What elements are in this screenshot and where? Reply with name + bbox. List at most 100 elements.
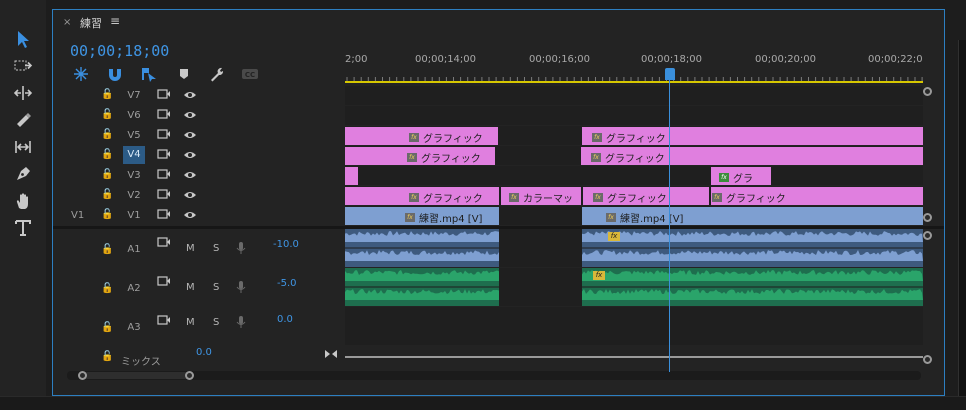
clip-graphic[interactable]: fx グラフィック xyxy=(582,127,923,145)
lock-icon[interactable]: 🔓 xyxy=(101,89,113,100)
lock-icon[interactable]: 🔓 xyxy=(101,283,113,294)
eye-icon[interactable] xyxy=(183,90,197,100)
lock-icon[interactable]: 🔓 xyxy=(101,129,113,140)
video-scroll-top-handle[interactable] xyxy=(923,87,932,96)
sync-lock-icon[interactable] xyxy=(157,209,171,219)
clip-graphic[interactable]: fx グラフィック xyxy=(345,127,498,145)
track-select-forward-icon[interactable] xyxy=(10,55,36,77)
solo-button[interactable]: S xyxy=(213,243,219,254)
lock-icon[interactable]: 🔓 xyxy=(101,189,113,200)
eye-icon[interactable] xyxy=(183,110,197,120)
eye-icon[interactable] xyxy=(183,170,197,180)
horizontal-scrollbar[interactable] xyxy=(67,371,921,380)
lane-a2[interactable]: fx xyxy=(345,268,923,306)
type-icon[interactable] xyxy=(10,217,36,239)
eye-icon[interactable] xyxy=(183,150,197,160)
clip-graphic[interactable]: fx グラフィック xyxy=(710,187,923,205)
microphone-icon[interactable] xyxy=(236,241,246,255)
lock-icon[interactable]: 🔓 xyxy=(101,169,113,180)
sequence-tab-title[interactable]: 練習 xyxy=(80,15,102,31)
lock-icon[interactable]: 🔓 xyxy=(101,322,113,333)
track-volume[interactable]: -10.0 xyxy=(273,239,299,250)
lane-v1[interactable]: fx 練習.mp4 [V] fx 練習.mp4 [V] xyxy=(345,206,923,225)
sync-lock-icon[interactable] xyxy=(157,89,171,99)
clip-color-matte[interactable]: fx カラーマッ xyxy=(500,187,581,205)
lane-a1[interactable]: fx xyxy=(345,229,923,267)
video-scroll-bottom-handle[interactable] xyxy=(923,213,932,222)
lock-icon[interactable]: 🔓 xyxy=(101,351,113,362)
add-marker-icon[interactable] xyxy=(175,65,193,83)
track-volume[interactable]: -5.0 xyxy=(277,278,297,289)
lock-icon[interactable]: 🔓 xyxy=(101,149,113,160)
sync-lock-icon[interactable] xyxy=(157,169,171,179)
tab-close-icon[interactable]: × xyxy=(63,17,71,28)
mute-button[interactable]: M xyxy=(186,317,195,328)
clip-graphic[interactable]: fx グラフィック xyxy=(578,147,923,165)
sync-lock-icon[interactable] xyxy=(157,129,171,139)
audio-clip-a2[interactable] xyxy=(582,268,923,306)
work-area-bar[interactable] xyxy=(345,81,923,83)
track-name[interactable]: V7 xyxy=(123,90,145,101)
lane-v4[interactable]: fx グラフィック fx グラフィック xyxy=(345,146,923,165)
zoom-right-handle[interactable] xyxy=(185,371,194,380)
clip-graphic[interactable]: fx グラフィック xyxy=(582,187,709,205)
ripple-edit-icon[interactable] xyxy=(10,82,36,104)
source-patch[interactable]: V1 xyxy=(71,210,84,221)
track-name[interactable]: A3 xyxy=(123,322,145,333)
track-name[interactable]: V6 xyxy=(123,110,145,121)
lock-icon[interactable]: 🔓 xyxy=(101,244,113,255)
razor-icon[interactable] xyxy=(10,109,36,131)
audio-scroll-top-handle[interactable] xyxy=(923,231,932,240)
eye-icon[interactable] xyxy=(183,210,197,220)
audio-clip-a1[interactable] xyxy=(345,229,499,267)
track-name[interactable]: A2 xyxy=(123,283,145,294)
track-volume[interactable]: 0.0 xyxy=(277,314,293,325)
audio-clip-a1[interactable] xyxy=(582,229,923,267)
lane-v5[interactable]: fx グラフィック fx グラフィック xyxy=(345,126,923,145)
lane-v3[interactable]: fx グラ xyxy=(345,166,923,185)
timeline-settings-wrench-icon[interactable] xyxy=(208,65,226,83)
sync-lock-icon[interactable] xyxy=(157,189,171,199)
track-name[interactable]: V1 xyxy=(123,210,145,221)
track-name[interactable]: V5 xyxy=(123,130,145,141)
panel-menu-icon[interactable]: ≡ xyxy=(110,14,120,28)
solo-button[interactable]: S xyxy=(213,282,219,293)
selection-tool-icon[interactable] xyxy=(10,28,36,50)
eye-icon[interactable] xyxy=(183,190,197,200)
slip-icon[interactable] xyxy=(10,136,36,158)
clip-graphic-tail[interactable] xyxy=(345,167,358,185)
clip-video[interactable]: fx 練習.mp4 [V] xyxy=(345,207,499,225)
lock-icon[interactable]: 🔓 xyxy=(101,109,113,120)
go-to-out-icon[interactable] xyxy=(325,349,337,359)
eye-icon[interactable] xyxy=(183,130,197,140)
clip-graphic[interactable]: fx グラ xyxy=(711,167,771,185)
microphone-icon[interactable] xyxy=(236,280,246,294)
lane-v7[interactable] xyxy=(345,86,923,105)
clip-graphic[interactable]: fx グラフィック xyxy=(345,187,499,205)
audio-clip-a2[interactable] xyxy=(345,268,499,306)
mute-button[interactable]: M xyxy=(186,282,195,293)
pen-icon[interactable] xyxy=(10,163,36,185)
lane-v2[interactable]: fx グラフィック fx カラーマッ fx グラフィック fx グラフィック xyxy=(345,186,923,205)
lock-icon[interactable]: 🔓 xyxy=(101,209,113,220)
insert-sequence-as-nest-icon[interactable] xyxy=(72,65,90,83)
mute-button[interactable]: M xyxy=(186,243,195,254)
clip-video[interactable]: fx 練習.mp4 [V] xyxy=(582,207,923,225)
playhead-timecode[interactable]: 00;00;18;00 xyxy=(70,42,169,60)
sync-lock-icon[interactable] xyxy=(157,109,171,119)
track-name[interactable]: V4 xyxy=(123,146,145,164)
track-name[interactable]: V3 xyxy=(123,170,145,181)
track-name[interactable]: V2 xyxy=(123,190,145,201)
clip-graphic[interactable]: fx グラフィック xyxy=(345,147,495,165)
microphone-icon[interactable] xyxy=(236,315,246,329)
lane-a3[interactable] xyxy=(345,307,923,345)
zoom-left-handle[interactable] xyxy=(78,371,87,380)
sync-lock-icon[interactable] xyxy=(157,315,171,325)
captions-icon[interactable]: CC xyxy=(241,65,259,83)
lane-v6[interactable] xyxy=(345,106,923,125)
sync-lock-icon[interactable] xyxy=(157,237,171,247)
mix-volume[interactable]: 0.0 xyxy=(196,347,212,358)
solo-button[interactable]: S xyxy=(213,317,219,328)
snap-magnet-icon[interactable] xyxy=(106,65,124,83)
linked-selection-icon[interactable] xyxy=(140,65,158,83)
